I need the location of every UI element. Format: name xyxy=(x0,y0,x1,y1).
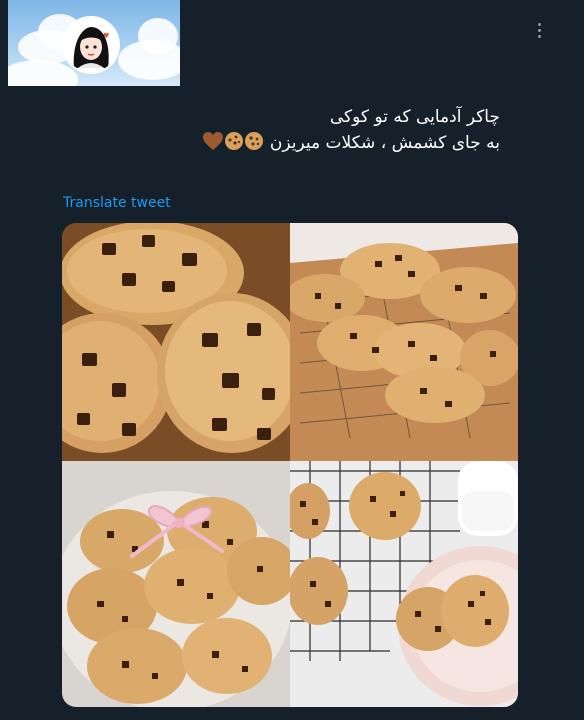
photo-cookies-on-rack[interactable] xyxy=(290,223,518,461)
photo-cookies-with-milk[interactable] xyxy=(290,461,518,707)
cookie-emoji-icon xyxy=(244,131,264,159)
vertical-ellipsis-icon xyxy=(537,22,541,26)
tweet-text-line-2: به جای کشمش ، شکلات میریزن xyxy=(80,130,500,159)
profile-header-banner: ♥ xyxy=(8,0,180,86)
tweet-text: چاکر آدمایی که تو کوکی به جای کشمش ، شکل… xyxy=(80,104,500,159)
tweet-text-line-2-text: به جای کشمش ، شکلات میریزن xyxy=(269,133,500,153)
svg-text:♥: ♥ xyxy=(103,32,109,40)
translate-tweet-link[interactable]: Translate tweet xyxy=(63,195,171,211)
tweet-text-line-1: چاکر آدمایی که تو کوکی xyxy=(329,107,500,127)
photo-cookies-with-ribbon[interactable] xyxy=(62,461,290,707)
brown-heart-emoji-icon xyxy=(202,131,224,159)
cookie-emoji-icon xyxy=(224,131,244,159)
tweet-media-grid xyxy=(62,223,518,707)
more-options-button[interactable] xyxy=(528,16,550,44)
avatar[interactable]: ♥ xyxy=(64,18,118,72)
photo-cookies-closeup[interactable] xyxy=(62,223,290,461)
